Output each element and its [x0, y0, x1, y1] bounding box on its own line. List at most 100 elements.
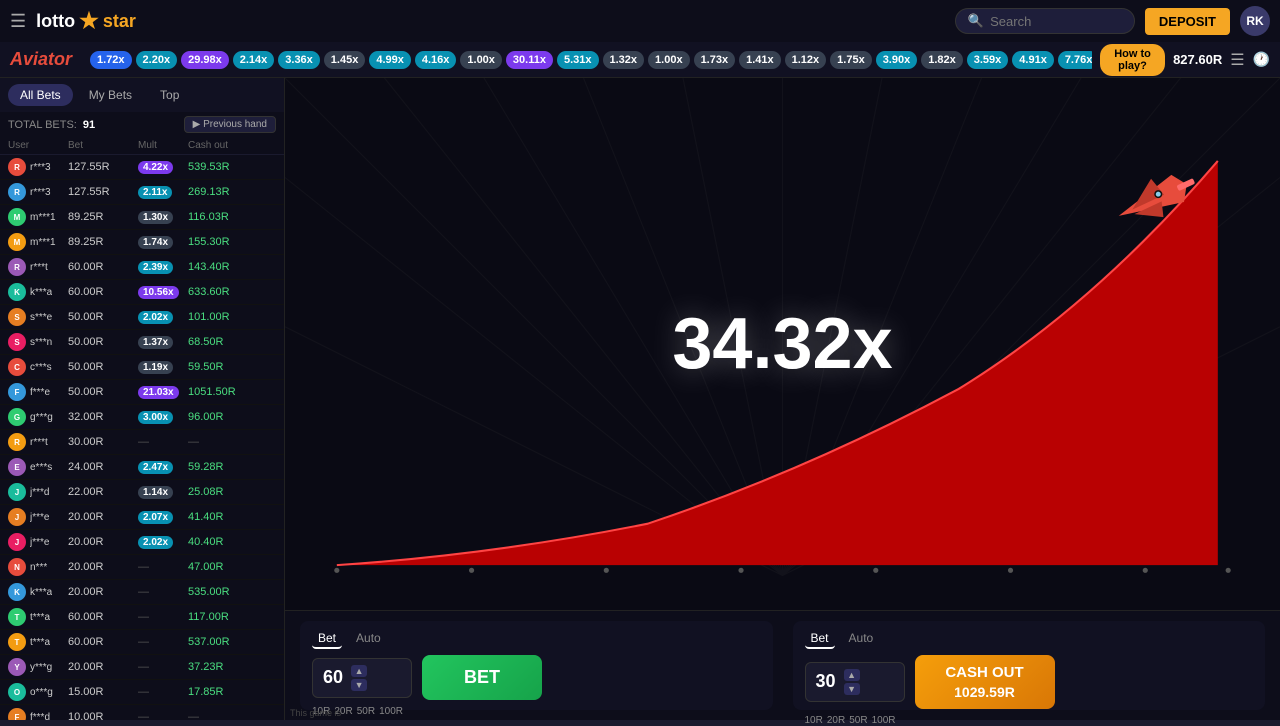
- multiplier-badge[interactable]: 1.00x: [460, 51, 502, 69]
- multiplier-badge[interactable]: 1.32x: [603, 51, 645, 69]
- table-row: Ee***s24.00R2.47x59.28R: [0, 455, 284, 480]
- user-name: r***3: [30, 162, 51, 173]
- user-name: k***a: [30, 287, 52, 298]
- cashout-cell: 537.00R: [188, 636, 276, 648]
- tab-bet-1[interactable]: Bet: [312, 629, 342, 649]
- multiplier-badge[interactable]: 3.59x: [967, 51, 1009, 69]
- table-row: Tt***a60.00R—537.00R: [0, 630, 284, 655]
- user-avatar-sm: J: [8, 508, 26, 526]
- user-cell: Mm***1: [8, 208, 68, 226]
- bet-amount-cell: 20.00R: [68, 511, 138, 523]
- multiplier-badge[interactable]: 1.41x: [739, 51, 781, 69]
- mult-pill: 4.22x: [138, 161, 173, 174]
- table-row: Rr***t60.00R2.39x143.40R: [0, 255, 284, 280]
- bet-increase-1[interactable]: ▲: [351, 665, 367, 677]
- hamburger-icon[interactable]: ☰: [10, 11, 26, 32]
- aviator-game-title: Aviator: [10, 49, 72, 70]
- user-avatar[interactable]: RK: [1240, 6, 1270, 36]
- user-cell: Mm***1: [8, 233, 68, 251]
- cashout-cell: 41.40R: [188, 511, 276, 523]
- cashout-button[interactable]: CASH OUT 1029.59R: [915, 655, 1055, 709]
- user-name: y***g: [30, 662, 52, 673]
- multiplier-badge[interactable]: 5.31x: [557, 51, 599, 69]
- quick-100r-2[interactable]: 100R: [872, 715, 896, 726]
- cashout-cell: 101.00R: [188, 311, 276, 323]
- logo: lotto★star: [36, 8, 136, 34]
- bet-tab-my-bets[interactable]: My Bets: [77, 84, 144, 106]
- bet-tab-top[interactable]: Top: [148, 84, 191, 106]
- previous-hand-button[interactable]: ▶ Previous hand: [184, 116, 276, 133]
- bet-panel-2: Bet Auto 30 ▲ ▼ CASH OUT 1029.59R: [793, 621, 1266, 710]
- mult-cell: 2.02x: [138, 536, 188, 548]
- cashout-cell: 17.85R: [188, 686, 276, 698]
- bet-tab-all-bets[interactable]: All Bets: [8, 84, 73, 106]
- multiplier-badge[interactable]: 1.00x: [648, 51, 690, 69]
- user-avatar-sm: C: [8, 358, 26, 376]
- tab-auto-2[interactable]: Auto: [843, 629, 880, 649]
- bet-increase-2[interactable]: ▲: [844, 669, 860, 681]
- table-row: Oo***g15.00R—17.85R: [0, 680, 284, 705]
- left-panel: All BetsMy BetsTop TOTAL BETS: 91 ▶ Prev…: [0, 78, 285, 720]
- quick-50r-2[interactable]: 50R: [849, 715, 867, 726]
- tab-auto-1[interactable]: Auto: [350, 629, 387, 649]
- multiplier-badge[interactable]: 1.72x: [90, 51, 132, 69]
- mult-pill: 1.30x: [138, 211, 173, 224]
- multiplier-badge[interactable]: 7.76x: [1058, 51, 1092, 69]
- table-row: Jj***d22.00R1.14x25.08R: [0, 480, 284, 505]
- user-avatar-sm: R: [8, 433, 26, 451]
- clock-icon[interactable]: 🕐: [1253, 51, 1270, 68]
- tab-bet-2[interactable]: Bet: [805, 629, 835, 649]
- settings-icon[interactable]: ☰: [1230, 50, 1244, 70]
- multiplier-badge[interactable]: 1.45x: [324, 51, 366, 69]
- cashout-cell: 535.00R: [188, 586, 276, 598]
- multiplier-badge[interactable]: 1.75x: [830, 51, 872, 69]
- user-name: j***e: [30, 512, 49, 523]
- user-cell: Jj***e: [8, 533, 68, 551]
- how-to-play-button[interactable]: How to play?: [1100, 44, 1165, 76]
- mult-cell: 1.74x: [138, 236, 188, 248]
- user-cell: Rr***3: [8, 183, 68, 201]
- bet-amount-cell: 20.00R: [68, 561, 138, 573]
- multiplier-badge[interactable]: 4.99x: [369, 51, 411, 69]
- multiplier-badge[interactable]: 1.73x: [694, 51, 736, 69]
- multiplier-history: 1.72x2.20x29.98x2.14x3.36x1.45x4.99x4.16…: [90, 51, 1092, 69]
- multiplier-badge[interactable]: 3.36x: [278, 51, 320, 69]
- multiplier-badge[interactable]: 4.16x: [415, 51, 457, 69]
- mult-cell: 21.03x: [138, 386, 188, 398]
- ray-background: [285, 78, 1280, 576]
- quick-50r-1[interactable]: 50R: [357, 706, 375, 717]
- bet-amount-cell: 22.00R: [68, 486, 138, 498]
- mult-pill: 2.07x: [138, 511, 173, 524]
- multiplier-badge[interactable]: 1.12x: [785, 51, 827, 69]
- bets-list: Rr***3127.55R4.22x539.53RRr***3127.55R2.…: [0, 155, 284, 720]
- quick-100r-1[interactable]: 100R: [379, 706, 403, 717]
- search-box[interactable]: 🔍: [955, 8, 1135, 34]
- table-row: Jj***e20.00R2.02x40.40R: [0, 530, 284, 555]
- cashout-cell: —: [188, 436, 276, 448]
- bet-decrease-2[interactable]: ▼: [844, 683, 860, 695]
- cashout-amount: 1029.59R: [935, 683, 1035, 701]
- mult-dash: —: [138, 661, 149, 673]
- table-row: Nn***20.00R—47.00R: [0, 555, 284, 580]
- bet-decrease-1[interactable]: ▼: [351, 679, 367, 691]
- table-row: Ff***e50.00R21.03x1051.50R: [0, 380, 284, 405]
- deposit-button[interactable]: DEPOSIT: [1145, 8, 1230, 35]
- multiplier-badge[interactable]: 4.91x: [1012, 51, 1054, 69]
- bet-button[interactable]: BET: [422, 655, 542, 700]
- quick-20r-2[interactable]: 20R: [827, 715, 845, 726]
- multiplier-badge[interactable]: 29.98x: [181, 51, 229, 69]
- multiplier-badge[interactable]: 2.20x: [136, 51, 178, 69]
- table-row: Mm***189.25R1.74x155.30R: [0, 230, 284, 255]
- multiplier-badge[interactable]: 1.82x: [921, 51, 963, 69]
- mult-dash: —: [138, 436, 149, 448]
- cashout-cell: 117.00R: [188, 611, 276, 623]
- quick-10r-2[interactable]: 10R: [805, 715, 823, 726]
- multiplier-badge[interactable]: 2.14x: [233, 51, 275, 69]
- quick-amounts-2: 10R 20R 50R 100R: [805, 715, 1254, 726]
- search-input[interactable]: [990, 14, 1110, 29]
- multiplier-badge[interactable]: 3.90x: [876, 51, 918, 69]
- logo-star-icon: ★: [79, 8, 99, 34]
- bet-amount-cell: 60.00R: [68, 261, 138, 273]
- multiplier-badge[interactable]: 30.11x: [506, 51, 553, 69]
- user-cell: Tt***a: [8, 633, 68, 651]
